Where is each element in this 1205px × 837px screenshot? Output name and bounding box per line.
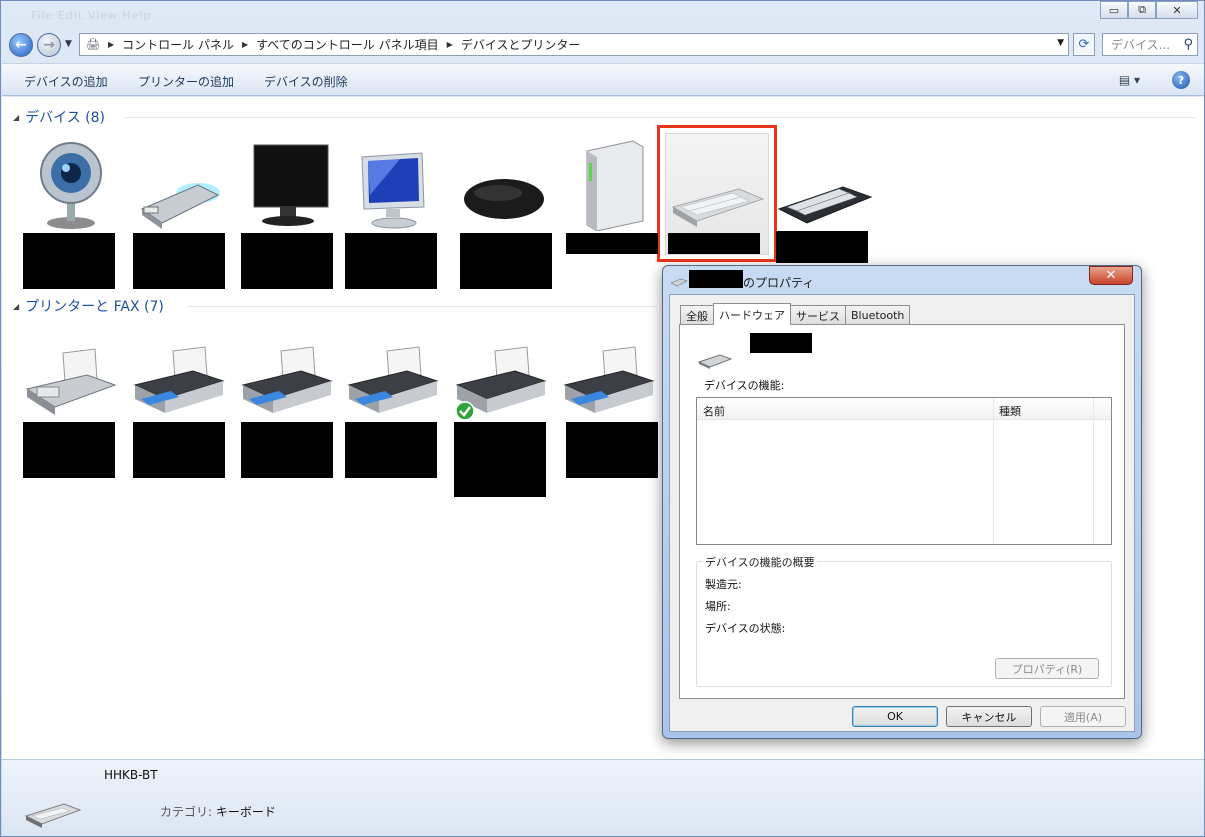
- keyboard-black-icon[interactable]: [777, 131, 873, 231]
- dialog-body: 全般 ハードウェア サービス Bluetooth デバイスの機能: 名前 種類: [669, 294, 1135, 732]
- device-status-label: デバイスの状態:: [705, 622, 786, 635]
- close-button[interactable]: ✕: [1156, 1, 1198, 19]
- group-divider: [125, 117, 1195, 118]
- collapse-icon[interactable]: ◢: [13, 302, 19, 311]
- remove-device-button[interactable]: デバイスの削除: [264, 73, 348, 90]
- breadcrumb-devices-printers[interactable]: デバイスとプリンター: [461, 36, 581, 53]
- search-placeholder: デバイス...: [1111, 38, 1171, 52]
- command-bar: デバイスの追加 プリンターの追加 デバイスの削除 ▤ ▾ ?: [2, 63, 1204, 96]
- tab-bluetooth[interactable]: Bluetooth: [845, 305, 911, 325]
- breadcrumb-control-panel[interactable]: コントロール パネル: [122, 36, 234, 53]
- device-label-redacted: [460, 233, 552, 289]
- explorer-window: File Edit View Help ▭ ⧉ ✕ ← → ▼ 🖨 ▶ コントロ…: [0, 0, 1205, 837]
- back-button[interactable]: ←: [9, 33, 33, 57]
- device-label-redacted: [241, 233, 333, 289]
- summary-legend: デバイスの機能の概要: [703, 554, 817, 570]
- cancel-button[interactable]: キャンセル: [946, 706, 1032, 727]
- search-icon[interactable]: ⚲: [1183, 37, 1193, 52]
- functions-label: デバイスの機能:: [704, 379, 785, 392]
- monitor-blue-icon[interactable]: [345, 131, 441, 231]
- tab-services[interactable]: サービス: [790, 305, 846, 325]
- minimize-button[interactable]: ▭: [1100, 1, 1128, 19]
- forward-button[interactable]: →: [37, 33, 61, 57]
- details-device-name: HHKB-BT: [104, 768, 158, 782]
- details-pane: HHKB-BT カテゴリ: キーボード: [2, 759, 1204, 836]
- column-divider[interactable]: [993, 398, 994, 544]
- properties-button[interactable]: プロパティ(R): [995, 658, 1099, 679]
- help-icon[interactable]: ?: [1172, 71, 1190, 89]
- hardware-tab-panel: デバイスの機能: 名前 種類 デバイスの機能の概要 製造元: 場所: デバイスの…: [679, 324, 1125, 699]
- keyboard-icon: [697, 353, 733, 372]
- printer-icon[interactable]: [561, 319, 657, 419]
- devices-group-header[interactable]: ◢ デバイス (8): [13, 107, 105, 127]
- dialog-tabs: 全般 ハードウェア サービス Bluetooth: [680, 303, 911, 325]
- category-value: キーボード: [215, 805, 276, 819]
- default-printer-icon[interactable]: [453, 319, 549, 419]
- address-bar[interactable]: 🖨 ▶ コントロール パネル ▶ すべてのコントロール パネル項目 ▶ デバイス…: [79, 33, 1069, 56]
- title-bar: File Edit View Help ▭ ⧉ ✕: [1, 1, 1204, 29]
- restore-button[interactable]: ⧉: [1128, 1, 1156, 19]
- column-name-header[interactable]: 名前: [703, 403, 725, 419]
- device-label-redacted: [776, 231, 868, 263]
- device-label-redacted: [23, 233, 115, 289]
- search-input[interactable]: デバイス... ⚲: [1102, 33, 1198, 56]
- dialog-close-button[interactable]: ✕: [1089, 266, 1133, 285]
- view-options-icon[interactable]: ▤ ▾: [1119, 73, 1140, 87]
- properties-dialog: のプロパティ ✕ 全般 ハードウェア サービス Bluetooth デバイスの機…: [662, 265, 1142, 739]
- device-name-redacted: [750, 333, 812, 353]
- printer-label-redacted: [454, 422, 546, 497]
- dialog-title-redacted: [689, 270, 743, 288]
- function-summary-group: デバイスの機能の概要 製造元: 場所: デバイスの状態: プロパティ(R): [696, 554, 1112, 687]
- printer-label-redacted: [566, 422, 658, 478]
- control-panel-icon: 🖨: [86, 38, 100, 51]
- ghost-menu-bar: File Edit View Help: [31, 9, 152, 22]
- bluetooth-dongle-icon[interactable]: [131, 131, 227, 231]
- printer-label-redacted: [345, 422, 437, 478]
- column-type-header[interactable]: 種類: [999, 403, 1021, 419]
- printers-group-header[interactable]: ◢ プリンターと FAX (7): [13, 296, 164, 316]
- collapse-icon[interactable]: ◢: [13, 113, 19, 122]
- add-device-button[interactable]: デバイスの追加: [24, 73, 108, 90]
- ok-button[interactable]: OK: [852, 706, 938, 727]
- printer-label-redacted: [133, 422, 225, 478]
- category-label: カテゴリ:: [160, 805, 213, 819]
- fax-icon[interactable]: [23, 319, 119, 419]
- monitor-black-icon[interactable]: [241, 131, 337, 231]
- breadcrumb-all-items[interactable]: すべてのコントロール パネル項目: [256, 36, 439, 53]
- keyboard-icon: [24, 796, 82, 833]
- refresh-icon[interactable]: ⟳: [1073, 33, 1095, 56]
- keyboard-icon: [670, 276, 688, 290]
- address-dropdown-icon[interactable]: ▼: [1057, 38, 1064, 48]
- dialog-title: のプロパティ: [743, 276, 815, 290]
- device-label-redacted: [566, 233, 658, 254]
- add-printer-button[interactable]: プリンターの追加: [138, 73, 234, 90]
- address-row: ← → ▼ 🖨 ▶ コントロール パネル ▶ すべてのコントロール パネル項目 …: [1, 29, 1204, 61]
- printer-icon[interactable]: [239, 319, 335, 419]
- manufacturer-label: 製造元:: [705, 578, 742, 591]
- tab-hardware[interactable]: ハードウェア: [713, 303, 791, 325]
- printer-icon[interactable]: [131, 319, 227, 419]
- webcam-icon[interactable]: [23, 131, 119, 231]
- recent-pages-chevron-icon[interactable]: ▼: [65, 39, 72, 49]
- device-label-redacted: [668, 233, 760, 254]
- location-label: 場所:: [705, 600, 731, 613]
- device-label-redacted: [345, 233, 437, 289]
- printer-label-redacted: [241, 422, 333, 478]
- tab-general[interactable]: 全般: [680, 305, 714, 325]
- window-controls: ▭ ⧉ ✕: [1100, 1, 1198, 19]
- printer-icon[interactable]: [345, 319, 441, 419]
- external-drive-icon[interactable]: [565, 131, 661, 231]
- mouse-icon[interactable]: [455, 131, 551, 231]
- column-divider[interactable]: [1093, 398, 1094, 544]
- list-header: 名前 種類: [697, 398, 1111, 420]
- apply-button[interactable]: 適用(A): [1040, 706, 1126, 727]
- printer-label-redacted: [23, 422, 115, 478]
- device-label-redacted: [133, 233, 225, 289]
- group-divider: [187, 306, 657, 307]
- device-functions-list[interactable]: 名前 種類: [696, 397, 1112, 545]
- details-category: カテゴリ: キーボード: [160, 803, 276, 820]
